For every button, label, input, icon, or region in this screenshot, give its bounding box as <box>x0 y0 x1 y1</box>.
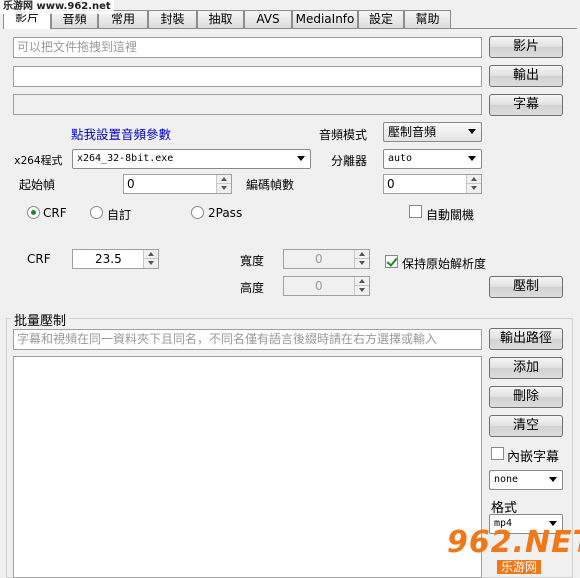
separator-select[interactable]: auto <box>383 149 482 169</box>
spin-up-icon[interactable] <box>144 250 158 259</box>
height-value: 0 <box>315 279 323 293</box>
spin-up-icon[interactable] <box>217 175 231 184</box>
audio-mode-label: 音頻模式 <box>319 128 368 142</box>
spin-buttons <box>354 277 369 295</box>
width-spinner[interactable]: 0 <box>283 249 370 269</box>
spin-buttons <box>354 250 369 268</box>
tab-mux[interactable]: 封裝 <box>148 10 197 28</box>
radio-crf[interactable] <box>27 206 40 219</box>
width-label: 寬度 <box>240 254 265 268</box>
tab-settings[interactable]: 設定 <box>358 10 404 28</box>
x264-select[interactable]: x264_32-8bit.exe <box>72 149 311 169</box>
batch-group-title: 批量壓制 <box>11 310 70 329</box>
start-frame-label: 起始幀 <box>19 178 56 192</box>
audio-mode-select[interactable]: 壓制音頻 <box>383 122 482 142</box>
radio-2pass[interactable] <box>191 206 204 219</box>
x264-label: x264程式 <box>14 154 63 167</box>
spin-down-icon[interactable] <box>217 184 231 193</box>
audio-settings-link[interactable]: 點我設置音頻參數 <box>71 124 171 143</box>
watermark-logo: 962.NET 乐游网 <box>447 528 580 575</box>
output-path-button[interactable]: 輸出路徑 <box>489 328 563 350</box>
embed-subtitle-label: 內嵌字幕 <box>507 450 560 465</box>
spin-down-icon[interactable] <box>144 259 158 268</box>
spin-down-icon[interactable] <box>355 259 369 268</box>
tab-extract[interactable]: 抽取 <box>197 10 244 28</box>
subtitle-file-input[interactable] <box>13 94 482 115</box>
video-button[interactable]: 影片 <box>489 36 563 58</box>
spin-buttons <box>466 175 481 193</box>
chevron-down-icon <box>549 477 557 482</box>
auto-shutdown-checkbox[interactable] <box>409 205 422 218</box>
batch-hint-input[interactable]: 字幕和視頻在同一資料夾下且同名，不同名僅有語言後綴時請在右方選擇或輸入 <box>13 329 482 350</box>
embed-subtitle-checkbox[interactable] <box>491 447 504 460</box>
spin-up-icon[interactable] <box>355 250 369 259</box>
tab-avs[interactable]: AVS <box>244 10 292 28</box>
add-button[interactable]: 添加 <box>489 357 563 379</box>
audio-mode-value: 壓制音頻 <box>388 125 437 139</box>
encode-frames-value: 0 <box>387 177 395 191</box>
keep-resolution-label: 保持原始解析度 <box>402 257 487 271</box>
compress-button[interactable]: 壓制 <box>489 276 563 298</box>
crf-value: 23.5 <box>95 252 122 266</box>
radio-custom-label: 自訂 <box>107 208 132 222</box>
watermark-site-text: 乐游网 www.962.net <box>0 0 114 14</box>
radio-custom[interactable] <box>90 206 103 219</box>
chevron-down-icon <box>468 129 476 134</box>
output-button[interactable]: 輸出 <box>489 65 563 87</box>
separator-label: 分離器 <box>331 154 368 168</box>
watermark-logo-text: 962.NET <box>447 525 580 560</box>
crf-label: CRF <box>27 252 51 266</box>
spin-up-icon[interactable] <box>355 277 369 286</box>
tab-help[interactable]: 幫助 <box>404 10 451 28</box>
width-value: 0 <box>315 252 323 266</box>
spin-down-icon[interactable] <box>355 286 369 295</box>
clear-button[interactable]: 清空 <box>489 415 563 437</box>
delete-button[interactable]: 刪除 <box>489 386 563 408</box>
separator-value: auto <box>388 153 413 164</box>
spin-buttons <box>216 175 231 193</box>
height-label: 高度 <box>240 281 265 295</box>
height-spinner[interactable]: 0 <box>283 276 370 296</box>
spin-up-icon[interactable] <box>467 175 481 184</box>
chevron-down-icon <box>297 156 305 161</box>
subtitle-lang-select[interactable]: none <box>489 470 563 490</box>
output-file-input[interactable] <box>13 66 482 87</box>
x264-value: x264_32-8bit.exe <box>77 153 174 164</box>
watermark-logo-sub: 乐游网 <box>497 560 542 574</box>
tab-mediainfo[interactable]: MediaInfo <box>292 10 358 28</box>
video-file-input[interactable]: 可以把文件拖拽到這裡 <box>13 37 482 58</box>
spin-buttons <box>143 250 158 268</box>
subtitle-button[interactable]: 字幕 <box>489 94 563 116</box>
encode-frames-label: 編碼幀數 <box>246 178 295 192</box>
radio-2pass-label: 2Pass <box>208 206 243 220</box>
spin-down-icon[interactable] <box>467 184 481 193</box>
start-frame-spinner[interactable]: 0 <box>123 174 232 194</box>
subtitle-lang-value: none <box>494 474 519 485</box>
batch-file-list[interactable] <box>13 356 482 578</box>
auto-shutdown-label: 自動關機 <box>426 208 475 222</box>
keep-resolution-checkbox[interactable] <box>385 255 398 268</box>
radio-crf-label: CRF <box>43 206 67 220</box>
start-frame-value: 0 <box>127 177 135 191</box>
chevron-down-icon <box>468 156 476 161</box>
tab-divider <box>3 28 577 29</box>
crf-spinner[interactable]: 23.5 <box>72 249 159 269</box>
encode-frames-spinner[interactable]: 0 <box>383 174 482 194</box>
